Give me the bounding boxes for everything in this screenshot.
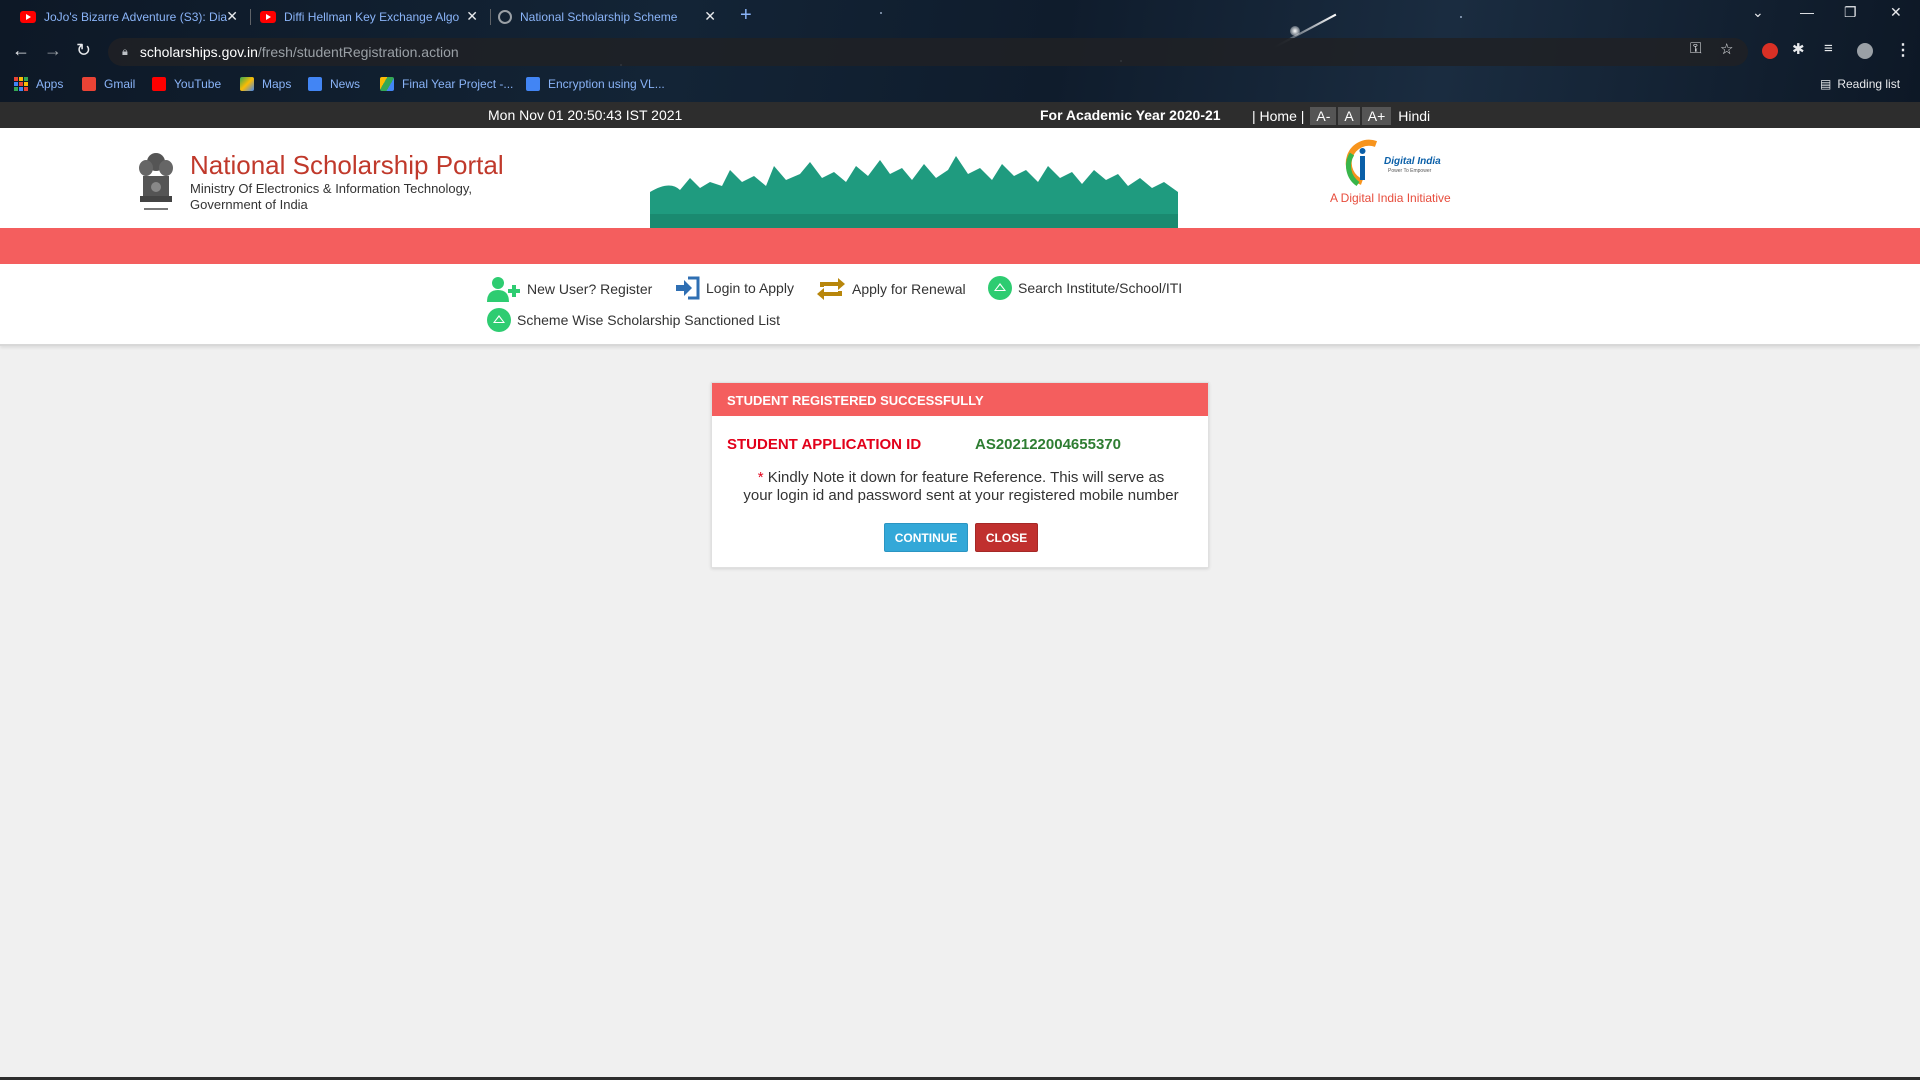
profile-avatar-icon[interactable]	[1857, 43, 1873, 59]
bookmark-news[interactable]: News	[308, 77, 360, 91]
close-tab-icon[interactable]: ✕	[704, 8, 716, 25]
apps-grid-icon	[14, 77, 28, 91]
password-key-icon[interactable]: ⚿	[1690, 40, 1701, 57]
youtube-icon	[152, 77, 166, 91]
media-queue-icon[interactable]: ≡	[1824, 40, 1833, 57]
top-links: | Home | A- A A+ Hindi	[1252, 107, 1430, 125]
youtube-icon	[20, 11, 36, 23]
font-decrease-button[interactable]: A-	[1310, 107, 1337, 125]
digital-india-caption: A Digital India Initiative	[1330, 191, 1451, 205]
close-tab-icon[interactable]: ✕	[226, 8, 238, 25]
chevron-up-circle-icon	[487, 308, 511, 332]
address-bar[interactable]: 🔒︎ scholarships.gov.in/fresh/studentRegi…	[108, 38, 1748, 66]
home-link[interactable]: | Home |	[1252, 108, 1304, 124]
tab-separator	[250, 9, 251, 25]
browser-chrome: JoJo's Bizarre Adventure (S3): Dia ✕ Dif…	[0, 0, 1920, 102]
graduates-banner-image	[650, 156, 1178, 228]
browser-menu-icon[interactable]: ⋮	[1895, 40, 1911, 60]
language-hindi-link[interactable]: Hindi	[1398, 108, 1430, 124]
nav-login-to-apply[interactable]: Login to Apply	[674, 276, 794, 300]
minimize-icon[interactable]: —	[1800, 4, 1814, 20]
registration-success-panel: STUDENT REGISTERED SUCCESSFULLY STUDENT …	[711, 382, 1209, 568]
tab-jojo[interactable]: JoJo's Bizarre Adventure (S3): Dia ✕	[20, 6, 238, 28]
news-icon	[308, 77, 322, 91]
server-datetime: Mon Nov 01 20:50:43 IST 2021	[488, 107, 683, 123]
bookmarks-bar: Apps Gmail YouTube Maps News Final Year …	[0, 70, 1920, 102]
nav-sanctioned-list[interactable]: Scheme Wise Scholarship Sanctioned List	[487, 308, 780, 332]
close-button[interactable]: CLOSE	[974, 523, 1039, 552]
new-tab-icon[interactable]: +	[740, 4, 752, 27]
chevron-up-circle-icon	[988, 276, 1012, 300]
bookmark-final-year-project[interactable]: Final Year Project -...	[380, 77, 513, 91]
national-emblem-icon	[139, 153, 173, 210]
bookmark-maps[interactable]: Maps	[240, 77, 291, 91]
ministry-name: Ministry Of Electronics & Information Te…	[190, 181, 473, 212]
close-tab-icon[interactable]: ✕	[466, 8, 478, 25]
tab-strip: JoJo's Bizarre Adventure (S3): Dia ✕ Dif…	[0, 0, 1920, 34]
nav-new-user-register[interactable]: New User? Register	[487, 276, 652, 302]
note-asterisk: *	[757, 469, 764, 486]
portal-title: National Scholarship Portal	[190, 150, 504, 180]
renewal-arrows-icon	[817, 278, 845, 300]
gmail-icon	[82, 77, 96, 91]
tab-diffie-hellman[interactable]: Diffi Hellman Key Exchange Algo ✕	[260, 6, 478, 28]
panel-actions: CONTINUE CLOSE	[712, 523, 1210, 552]
nav-search-institute[interactable]: Search Institute/School/ITI	[988, 276, 1182, 300]
font-normal-button[interactable]: A	[1338, 107, 1360, 125]
tab-search-chevron-icon[interactable]: ⌄	[1752, 4, 1764, 21]
site-top-bar: Mon Nov 01 20:50:43 IST 2021 For Academi…	[0, 102, 1920, 128]
extension-adblock-icon[interactable]	[1762, 43, 1778, 59]
tab-title: JoJo's Bizarre Adventure (S3): Dia	[44, 10, 228, 24]
reading-list-icon: ▤	[1820, 77, 1832, 91]
drive-icon	[380, 77, 394, 91]
nav-apply-for-renewal[interactable]: Apply for Renewal	[816, 278, 966, 300]
application-id-row: STUDENT APPLICATION ID AS202122004655370	[727, 436, 1121, 453]
maps-icon	[240, 77, 254, 91]
font-increase-button[interactable]: A+	[1361, 107, 1392, 125]
extensions-puzzle-icon[interactable]: ✱	[1792, 40, 1805, 58]
panel-heading: STUDENT REGISTERED SUCCESSFULLY	[712, 383, 1208, 416]
back-icon[interactable]: ←	[12, 40, 30, 61]
header-red-band	[0, 228, 1920, 264]
tab-title: Diffi Hellman Key Exchange Algo	[284, 10, 460, 24]
bookmark-apps[interactable]: Apps	[14, 77, 63, 91]
bookmark-star-icon[interactable]: ☆	[1720, 40, 1733, 58]
url-host: scholarships.gov.in	[139, 44, 258, 60]
svg-text:Power To Empower: Power To Empower	[1388, 168, 1432, 174]
lock-icon: 🔒︎	[122, 45, 128, 58]
continue-button[interactable]: CONTINUE	[883, 523, 969, 552]
note-text: * Kindly Note it down for feature Refere…	[743, 469, 1179, 504]
docs-icon	[526, 77, 540, 91]
academic-year: For Academic Year 2020-21	[1040, 107, 1221, 123]
youtube-icon	[260, 11, 276, 23]
tab-title: National Scholarship Scheme	[520, 10, 678, 24]
bookmark-youtube[interactable]: YouTube	[152, 77, 221, 91]
application-id-label: STUDENT APPLICATION ID	[727, 436, 922, 453]
svg-text:Digital India: Digital India	[1384, 156, 1441, 167]
site-header: National Scholarship Portal Ministry Of …	[0, 128, 1920, 228]
digital-india-logo: Digital India Power To Empower	[1345, 139, 1441, 187]
globe-icon	[498, 10, 512, 24]
tab-separator	[490, 9, 491, 25]
bookmark-encryption[interactable]: Encryption using VL...	[526, 77, 665, 91]
login-arrow-icon	[676, 276, 700, 300]
url-path: /fresh/studentRegistration.action	[257, 44, 459, 60]
application-id-value: AS202122004655370	[975, 436, 1121, 453]
restore-icon[interactable]: ❐	[1844, 4, 1857, 21]
add-user-icon	[487, 277, 520, 302]
reload-icon[interactable]: ↻	[76, 40, 91, 61]
reading-list-button[interactable]: ▤ Reading list	[1820, 77, 1900, 91]
tab-national-scholarship[interactable]: National Scholarship Scheme ✕	[498, 6, 716, 28]
main-nav: New User? Register Login to Apply Apply …	[0, 264, 1920, 346]
browser-toolbar: ← → ↻ 🔒︎ scholarships.gov.in/fresh/stude…	[0, 34, 1920, 70]
window-close-icon[interactable]: ✕	[1890, 4, 1902, 21]
forward-icon[interactable]: →	[44, 40, 62, 61]
bookmark-gmail[interactable]: Gmail	[82, 77, 135, 91]
